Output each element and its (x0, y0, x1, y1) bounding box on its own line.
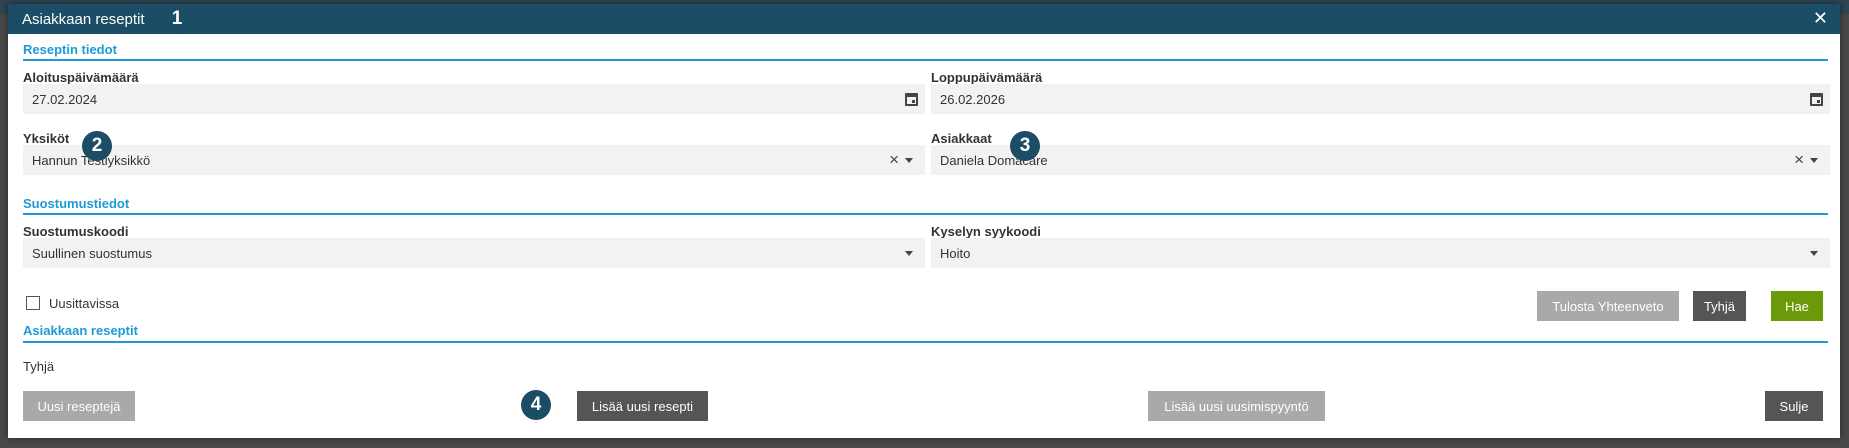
consent-code-select[interactable]: Suullinen suostumus (23, 238, 925, 268)
customers-label: Asiakkaat (931, 131, 992, 146)
close-icon[interactable]: ✕ (1813, 8, 1828, 28)
clear-button[interactable]: Tyhjä (1693, 291, 1746, 321)
dialog-title: Asiakkaan reseptit (22, 10, 145, 28)
clear-icon[interactable]: × (1794, 145, 1804, 175)
units-select[interactable]: Hannun Testiyksikkö × (23, 145, 925, 175)
start-date-label: Aloituspäivämäärä (23, 70, 139, 85)
empty-results-text: Tyhjä (23, 359, 55, 374)
customers-select[interactable]: Daniela Domacare × (931, 145, 1830, 175)
query-reason-value: Hoito (940, 245, 971, 261)
section-title-consent-info: Suostumustiedot (23, 196, 130, 211)
callout-badge-3: 3 (1010, 131, 1040, 161)
chevron-down-icon[interactable] (905, 238, 913, 268)
clear-icon[interactable]: × (889, 145, 899, 175)
end-date-value: 26.02.2026 (940, 91, 1006, 107)
add-prescription-button[interactable]: Lisää uusi resepti (577, 391, 708, 421)
callout-badge-1: 1 (162, 4, 192, 34)
close-button[interactable]: Sulje (1765, 391, 1823, 421)
section-divider (23, 213, 1828, 215)
section-title-customer-prescriptions: Asiakkaan reseptit (23, 323, 138, 338)
end-date-field[interactable]: 26.02.2026 (931, 84, 1830, 114)
search-button[interactable]: Hae (1771, 291, 1823, 321)
prescriptions-dialog: Asiakkaan reseptit ✕ Reseptin tiedot Alo… (8, 4, 1840, 438)
renewable-checkbox[interactable] (26, 296, 40, 310)
callout-badge-4: 4 (521, 390, 551, 420)
section-divider (23, 341, 1828, 343)
query-reason-label: Kyselyn syykoodi (931, 224, 1041, 239)
new-prescriptions-button[interactable]: Uusi reseptejä (23, 391, 135, 421)
start-date-value: 27.02.2024 (32, 91, 98, 107)
units-label: Yksiköt (23, 131, 70, 146)
query-reason-select[interactable]: Hoito (931, 238, 1830, 268)
section-title-prescription-info: Reseptin tiedot (23, 42, 117, 57)
chevron-down-icon[interactable] (1810, 238, 1818, 268)
renewable-label: Uusittavissa (49, 296, 120, 311)
add-renewal-request-button[interactable]: Lisää uusi uusimispyyntö (1148, 391, 1325, 421)
end-date-label: Loppupäivämäärä (931, 70, 1043, 85)
consent-code-label: Suostumuskoodi (23, 224, 129, 239)
calendar-icon[interactable] (905, 84, 918, 114)
chevron-down-icon[interactable] (1810, 145, 1818, 175)
dialog-header: Asiakkaan reseptit ✕ (8, 4, 1840, 34)
chevron-down-icon[interactable] (905, 145, 913, 175)
callout-badge-2: 2 (82, 131, 112, 161)
start-date-field[interactable]: 27.02.2024 (23, 84, 925, 114)
consent-code-value: Suullinen suostumus (32, 245, 152, 261)
print-summary-button[interactable]: Tulosta Yhteenveto (1537, 291, 1679, 321)
calendar-icon[interactable] (1810, 84, 1823, 114)
section-divider (23, 59, 1828, 61)
